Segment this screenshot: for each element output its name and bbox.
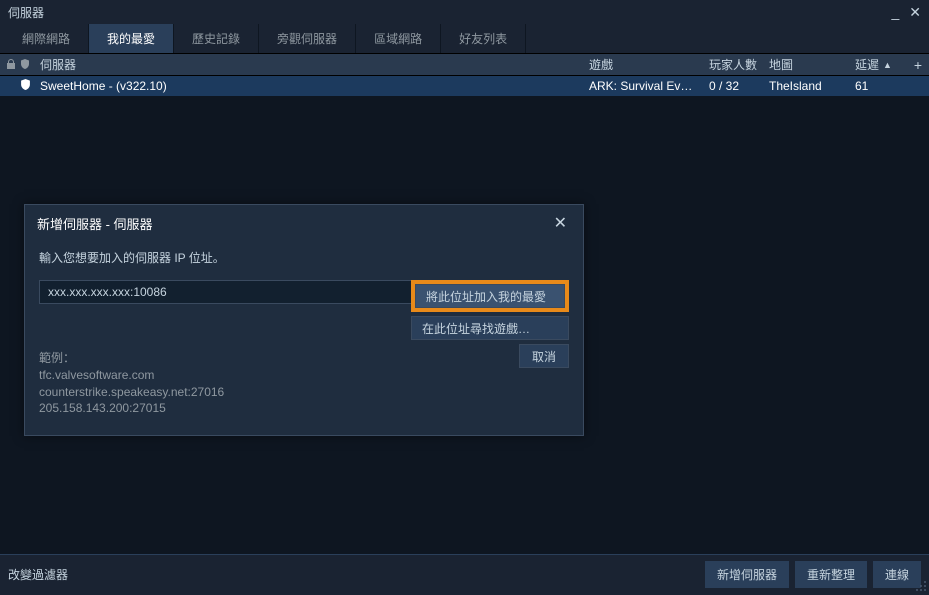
dialog-body: 輸入您想要加入的伺服器 IP 位址。 將此位址加入我的最愛 在此位址尋找遊戲… … — [25, 241, 583, 435]
dialog-prompt: 輸入您想要加入的伺服器 IP 位址。 — [39, 249, 569, 266]
cell-ping: 61 — [849, 79, 907, 93]
connect-button[interactable]: 連線 — [873, 561, 921, 588]
shield-icon[interactable] — [20, 58, 30, 72]
server-browser-window: 伺服器 _ ✕ 網際網路 我的最愛 歷史記錄 旁觀伺服器 區域網路 好友列表 伺… — [0, 0, 929, 594]
shield-icon — [20, 79, 31, 93]
server-row[interactable]: SweetHome - (v322.10) ARK: Survival Evol… — [0, 76, 929, 96]
col-header-players[interactable]: 玩家人數 — [703, 56, 763, 73]
col-header-add: + — [907, 57, 929, 73]
tab-friends[interactable]: 好友列表 — [441, 24, 526, 53]
tab-favorites[interactable]: 我的最愛 — [89, 24, 174, 53]
tab-history[interactable]: 歷史記錄 — [174, 24, 259, 53]
tab-lan[interactable]: 區域網路 — [356, 24, 441, 53]
footer: 改變過濾器 新增伺服器 重新整理 連線 — [0, 554, 929, 594]
sort-asc-icon: ▲ — [883, 60, 892, 70]
titlebar-controls: _ ✕ — [891, 4, 921, 21]
cell-players: 0 / 32 — [703, 79, 763, 93]
ip-address-input[interactable] — [39, 280, 412, 304]
example-block: 範例： tfc.valvesoftware.com counterstrike.… — [39, 350, 519, 417]
titlebar[interactable]: 伺服器 _ ✕ — [0, 0, 929, 24]
resize-grip-icon[interactable] — [915, 580, 927, 592]
cell-game: ARK: Survival Evolv... — [583, 79, 703, 93]
col-header-server[interactable]: 伺服器 — [34, 56, 583, 73]
col-header-game[interactable]: 遊戲 — [583, 56, 703, 73]
example-3: 205.158.143.200:27015 — [39, 400, 519, 417]
refresh-button[interactable]: 重新整理 — [795, 561, 867, 588]
window-title: 伺服器 — [8, 4, 891, 21]
cell-map: TheIsland — [763, 79, 849, 93]
highlight-box: 將此位址加入我的最愛 — [411, 280, 569, 312]
add-server-plus-icon[interactable]: + — [914, 57, 922, 73]
cancel-button[interactable]: 取消 — [519, 344, 569, 368]
close-button[interactable]: ✕ — [909, 4, 921, 21]
lock-icon[interactable] — [6, 58, 16, 72]
tab-internet[interactable]: 網際網路 — [4, 24, 89, 53]
ping-label: 延遲 — [855, 56, 879, 73]
column-header-row: 伺服器 遊戲 玩家人數 地圖 延遲 ▲ + — [0, 54, 929, 76]
find-games-button[interactable]: 在此位址尋找遊戲… — [411, 316, 569, 340]
minimize-button[interactable]: _ — [891, 4, 899, 21]
add-to-favorites-button[interactable]: 將此位址加入我的最愛 — [415, 284, 565, 308]
dialog-title: 新增伺服器 - 伺服器 — [37, 214, 550, 233]
example-1: tfc.valvesoftware.com — [39, 367, 519, 384]
dialog-close-button[interactable]: ✕ — [550, 209, 571, 237]
tab-spectate[interactable]: 旁觀伺服器 — [259, 24, 356, 53]
example-2: counterstrike.speakeasy.net:27016 — [39, 384, 519, 401]
example-label: 範例： — [39, 350, 519, 367]
add-server-button[interactable]: 新增伺服器 — [705, 561, 789, 588]
dialog-titlebar[interactable]: 新增伺服器 - 伺服器 ✕ — [25, 205, 583, 241]
col-header-ping[interactable]: 延遲 ▲ — [849, 56, 907, 73]
server-list[interactable]: SweetHome - (v322.10) ARK: Survival Evol… — [0, 76, 929, 554]
add-server-dialog: 新增伺服器 - 伺服器 ✕ 輸入您想要加入的伺服器 IP 位址。 將此位址加入我… — [24, 204, 584, 436]
col-header-map[interactable]: 地圖 — [763, 56, 849, 73]
cell-server-name: SweetHome - (v322.10) — [34, 79, 583, 93]
tab-bar: 網際網路 我的最愛 歷史記錄 旁觀伺服器 區域網路 好友列表 — [0, 24, 929, 54]
change-filters-link[interactable]: 改變過濾器 — [8, 568, 68, 582]
